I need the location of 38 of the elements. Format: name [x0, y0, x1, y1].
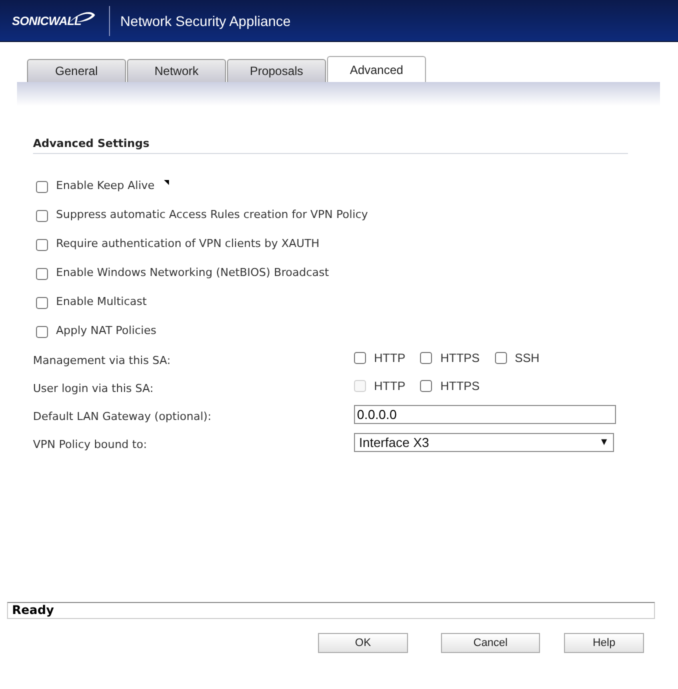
field-label: VPN Policy bound to:: [33, 436, 148, 450]
field-label: User login via this SA:: [33, 380, 154, 394]
checkbox[interactable]: [36, 326, 48, 338]
checkbox[interactable]: [354, 352, 366, 364]
checkbox-label: HTTP: [374, 351, 406, 365]
checkbox[interactable]: [36, 268, 48, 280]
option-label: Require authentication of VPN clients by XAUTH: [56, 238, 320, 251]
checkbox[interactable]: [494, 352, 507, 364]
checkbox-label: HTTPS: [440, 379, 480, 393]
policy-dropdown[interactable]: Interface X3 ▼: [354, 432, 614, 452]
checkbox[interactable]: [36, 296, 48, 308]
option-label: Enable Windows Networking (NetBIOS) Broadcast: [56, 267, 329, 280]
checkbox[interactable]: [36, 180, 48, 192]
checkbox[interactable]: [420, 352, 432, 364]
app-title: Network Security Appliance: [120, 12, 291, 28]
dialog-button[interactable]: Help: [564, 633, 644, 653]
checkbox-label: HTTPS: [440, 351, 480, 365]
checkbox-label: HTTP: [374, 379, 406, 393]
tab[interactable]: Proposals: [227, 59, 326, 82]
tab[interactable]: General: [27, 59, 126, 82]
option-label: Apply NAT Policies: [56, 325, 156, 338]
checkbox[interactable]: [36, 210, 48, 222]
field-label: Default LAN Gateway (optional):: [33, 408, 212, 422]
field-label: Management via this SA:: [33, 352, 172, 366]
logo-text: SONICWALL: [12, 14, 82, 28]
option-label: Enable Multicast: [56, 296, 147, 309]
checkbox-label: SSH: [514, 351, 540, 365]
checkbox[interactable]: [420, 380, 432, 392]
option-label: Suppress automatic Access Rules creation for VPN Policy: [56, 209, 368, 222]
dialog-button[interactable]: Cancel: [441, 633, 540, 653]
gateway-input-field[interactable]: 0.0.0.0: [354, 404, 616, 424]
section-title: Advanced Settings: [33, 137, 628, 154]
checkbox[interactable]: [36, 238, 48, 250]
tab[interactable]: Network: [127, 59, 226, 82]
option-label: Enable Keep Alive: [56, 180, 155, 193]
status-text: Ready: [12, 603, 54, 617]
tab[interactable]: Advanced: [327, 56, 426, 82]
dialog-button[interactable]: OK: [318, 633, 408, 653]
